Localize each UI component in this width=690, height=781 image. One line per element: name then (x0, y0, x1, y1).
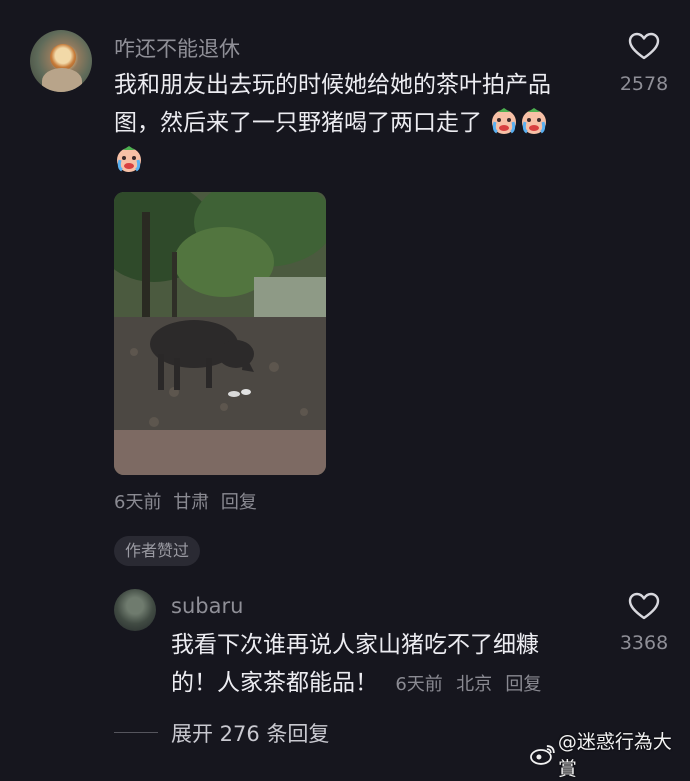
watermark-text: @迷惑行為大賞 (557, 731, 672, 780)
comment-username[interactable]: 咋还不能退休 (114, 33, 240, 63)
crying-face-emoji (114, 144, 144, 174)
heart-outline-icon (628, 592, 660, 620)
heart-outline-icon (628, 32, 660, 60)
reply-button[interactable]: 回复 (221, 492, 257, 513)
comment-location: 甘肃 (173, 492, 210, 513)
avatar-face (50, 44, 76, 70)
avatar[interactable] (30, 30, 92, 92)
comment-location: 北京 (456, 674, 493, 695)
avatar[interactable] (114, 589, 156, 631)
crying-face-emoji (519, 106, 549, 136)
comment-text-line-1: 我看下次谁再说人家山猪吃不了细糠 (171, 632, 539, 658)
weibo-logo-icon (530, 745, 555, 765)
comment-text-line-1: 我和朋友出去玩的时候她给她的茶叶拍产品 (114, 72, 551, 98)
comment-time: 6天前 (395, 674, 443, 695)
comment-text-line-2-content: 的！人家茶都能品！ (171, 670, 378, 696)
comment-text-line-2: 的！人家茶都能品！ 6天前 北京 回复 (171, 664, 591, 704)
comment-text: 我和朋友出去玩的时候她给她的茶叶拍产品 图，然后来了一只野猪喝了两口走了 (114, 66, 594, 180)
comment-text-line-2-content: 图，然后来了一只野猪喝了两口走了 (114, 110, 482, 136)
watermark: @迷惑行為大賞 (530, 727, 690, 781)
crying-face-emoji (489, 106, 519, 136)
expand-replies-button[interactable]: 展开 276 条回复 (171, 718, 329, 748)
comment-text-line-3 (114, 142, 594, 180)
like-button[interactable] (628, 592, 660, 624)
author-liked-badge: 作者赞过 (114, 536, 201, 566)
comment-username[interactable]: subaru (171, 594, 243, 618)
like-count: 3368 (619, 632, 669, 654)
boar-photo (114, 192, 326, 475)
comment-text: 我看下次谁再说人家山猪吃不了细糠 的！人家茶都能品！ 6天前 北京 回复 (171, 626, 591, 704)
like-count: 2578 (619, 73, 669, 95)
comment-image[interactable] (114, 192, 326, 475)
avatar-body (42, 68, 82, 92)
comment-text-line-2: 图，然后来了一只野猪喝了两口走了 (114, 104, 594, 142)
comment-time: 6天前 (114, 492, 162, 513)
comment-meta: 6天前 甘肃 回复 (114, 488, 257, 514)
divider (114, 732, 158, 733)
like-button[interactable] (628, 32, 660, 64)
reply-button[interactable]: 回复 (505, 674, 541, 695)
